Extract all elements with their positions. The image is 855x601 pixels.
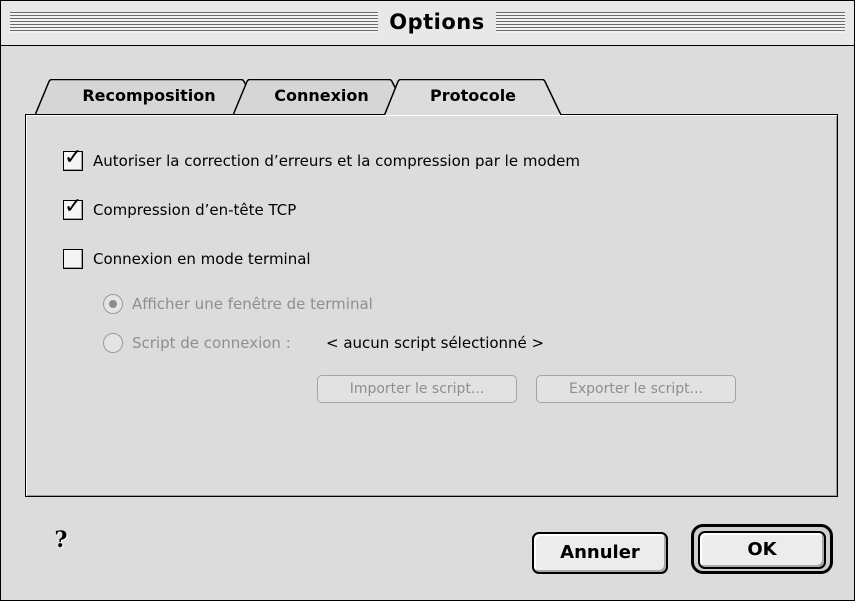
options-window: Options Recomposition Connexion Protocol… [0,0,855,601]
checkmark-icon: ✓ [64,194,83,219]
tab-protocole[interactable]: Protocole [384,79,562,115]
error-correction-label: Autoriser la correction d’erreurs et la … [93,152,580,170]
terminal-mode-label: Connexion en mode terminal [93,250,311,268]
connect-script-label: Script de connexion : [132,334,291,352]
tab-recomposition[interactable]: Recomposition [35,79,263,114]
export-script-button[interactable]: Exporter le script... [536,375,736,403]
cancel-button[interactable]: Annuler [532,532,668,574]
tab-label: Recomposition [82,86,216,105]
connect-script-radio[interactable] [103,333,123,353]
error-correction-checkbox[interactable]: ✓ [63,145,83,171]
import-script-button[interactable]: Importer le script... [317,375,517,403]
connect-script-value: < aucun script sélectionné > [326,334,545,352]
title-bar-stripes-left [10,12,378,33]
tcp-header-compression-label: Compression d’en-tête TCP [93,201,297,219]
tab-label: Protocole [429,86,517,105]
question-mark-icon[interactable]: ? [49,528,73,552]
title-bar-stripes-right [496,12,845,33]
tcp-header-compression-checkbox[interactable]: ✓ [63,194,83,220]
tab-label: Connexion [274,86,369,105]
protocole-panel: ✓ Autoriser la correction d’erreurs et l… [25,114,838,497]
ok-button[interactable]: OK [698,531,826,569]
terminal-window-label: Afficher une fenêtre de terminal [132,295,373,313]
window-title: Options [378,7,496,37]
terminal-mode-checkbox[interactable] [63,249,83,269]
title-bar[interactable]: Options [1,1,854,46]
terminal-window-radio[interactable] [103,294,123,314]
checkmark-icon: ✓ [64,145,83,170]
radio-selected-dot [109,300,117,308]
